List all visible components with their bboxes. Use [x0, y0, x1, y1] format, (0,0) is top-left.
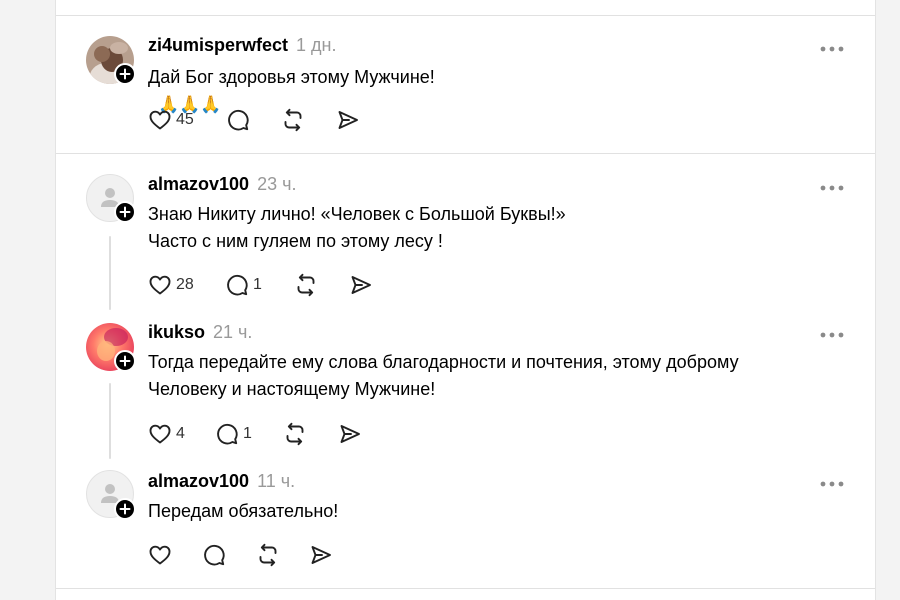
username[interactable]: zi4umisperwfect — [148, 35, 288, 55]
follow-plus-icon[interactable] — [114, 201, 136, 223]
more-dots-icon[interactable] — [819, 41, 845, 52]
timestamp[interactable]: 11 ч. — [257, 471, 295, 491]
username[interactable]: almazov100 — [148, 471, 249, 491]
comment-feed: zi4umisperwfect 1 дн. Дай Бог здоровья эт… — [55, 0, 876, 600]
comment: ikukso 21 ч. Тогда передайте ему слова бл… — [56, 304, 875, 456]
repost-icon — [284, 108, 302, 132]
comment: almazov100 23 ч. Знаю Никиту лично! «Чело… — [56, 154, 875, 304]
comment-text-line: Тогда передайте ему слова благодарности … — [148, 352, 739, 372]
comment-header: zi4umisperwfect 1 дн. — [148, 34, 337, 56]
comment: almazov100 11 ч. Передам обязательно! — [56, 456, 875, 588]
reply-button[interactable] — [202, 543, 226, 567]
action-bar: 45 — [148, 108, 368, 132]
share-button[interactable] — [338, 422, 362, 446]
like-button[interactable]: 45 — [148, 108, 194, 132]
username[interactable]: ikukso — [148, 322, 205, 342]
like-count: 4 — [176, 425, 185, 442]
repost-icon — [286, 422, 304, 446]
follow-plus-icon[interactable] — [114, 350, 136, 372]
comment-text: Знаю Никиту лично! «Человек с Большой Бу… — [148, 201, 808, 255]
username[interactable]: almazov100 — [148, 174, 249, 194]
comment-icon — [204, 544, 225, 566]
send-icon — [311, 546, 331, 564]
comment-icon — [217, 423, 238, 445]
reply-button[interactable]: 1 — [225, 273, 262, 297]
comment-header: ikukso 21 ч. — [148, 321, 252, 343]
comment-header: almazov100 23 ч. — [148, 173, 296, 195]
repost-icon — [297, 273, 315, 297]
comment-text-line: Часто с ним гуляем по этому лесу ! — [148, 231, 443, 251]
like-button[interactable]: 4 — [148, 422, 185, 446]
like-count: 45 — [176, 111, 194, 128]
comment-text: Тогда передайте ему слова благодарности … — [148, 349, 808, 403]
reply-button[interactable] — [226, 108, 250, 132]
comment-text-line: Знаю Никиту лично! «Человек с Большой Бу… — [148, 204, 566, 224]
reply-count: 1 — [243, 425, 252, 442]
follow-plus-icon[interactable] — [114, 498, 136, 520]
like-button[interactable] — [148, 543, 176, 567]
like-button[interactable]: 28 — [148, 273, 194, 297]
timestamp[interactable]: 21 ч. — [213, 322, 252, 342]
heart-icon — [149, 424, 171, 444]
share-button[interactable] — [349, 273, 373, 297]
share-button[interactable] — [336, 108, 360, 132]
divider — [56, 588, 875, 589]
repost-button[interactable] — [281, 108, 305, 132]
more-dots-icon[interactable] — [819, 476, 845, 487]
repost-icon — [259, 543, 277, 567]
like-count: 28 — [176, 276, 194, 293]
reply-count: 1 — [253, 276, 262, 293]
more-dots-icon[interactable] — [819, 180, 845, 191]
heart-icon — [149, 275, 171, 295]
send-icon — [351, 276, 371, 294]
comment: zi4umisperwfect 1 дн. Дай Бог здоровья эт… — [56, 16, 875, 153]
timestamp[interactable]: 23 ч. — [257, 174, 296, 194]
action-bar: 4 1 — [148, 422, 368, 446]
share-button[interactable] — [309, 543, 333, 567]
comment-icon — [228, 109, 249, 131]
comment-text: Передам обязательно! — [148, 498, 808, 525]
reply-button[interactable]: 1 — [215, 422, 252, 446]
comment-text-line: Передам обязательно! — [148, 501, 339, 521]
comment-text-line: Человеку и настоящему Мужчине! — [148, 379, 436, 399]
action-bar — [148, 543, 348, 567]
comment-text-line: Дай Бог здоровья этому Мужчине! — [148, 67, 435, 87]
send-icon — [340, 425, 360, 443]
repost-button[interactable] — [294, 273, 318, 297]
repost-button[interactable] — [283, 422, 307, 446]
comment-header: almazov100 11 ч. — [148, 470, 295, 492]
follow-plus-icon[interactable] — [114, 63, 136, 85]
more-dots-icon[interactable] — [819, 327, 845, 338]
repost-button[interactable] — [256, 543, 280, 567]
timestamp[interactable]: 1 дн. — [296, 35, 336, 55]
action-bar: 28 1 — [148, 273, 388, 297]
comment-icon — [227, 274, 248, 296]
send-icon — [338, 111, 358, 129]
heart-icon — [149, 545, 171, 565]
heart-icon — [149, 110, 171, 130]
